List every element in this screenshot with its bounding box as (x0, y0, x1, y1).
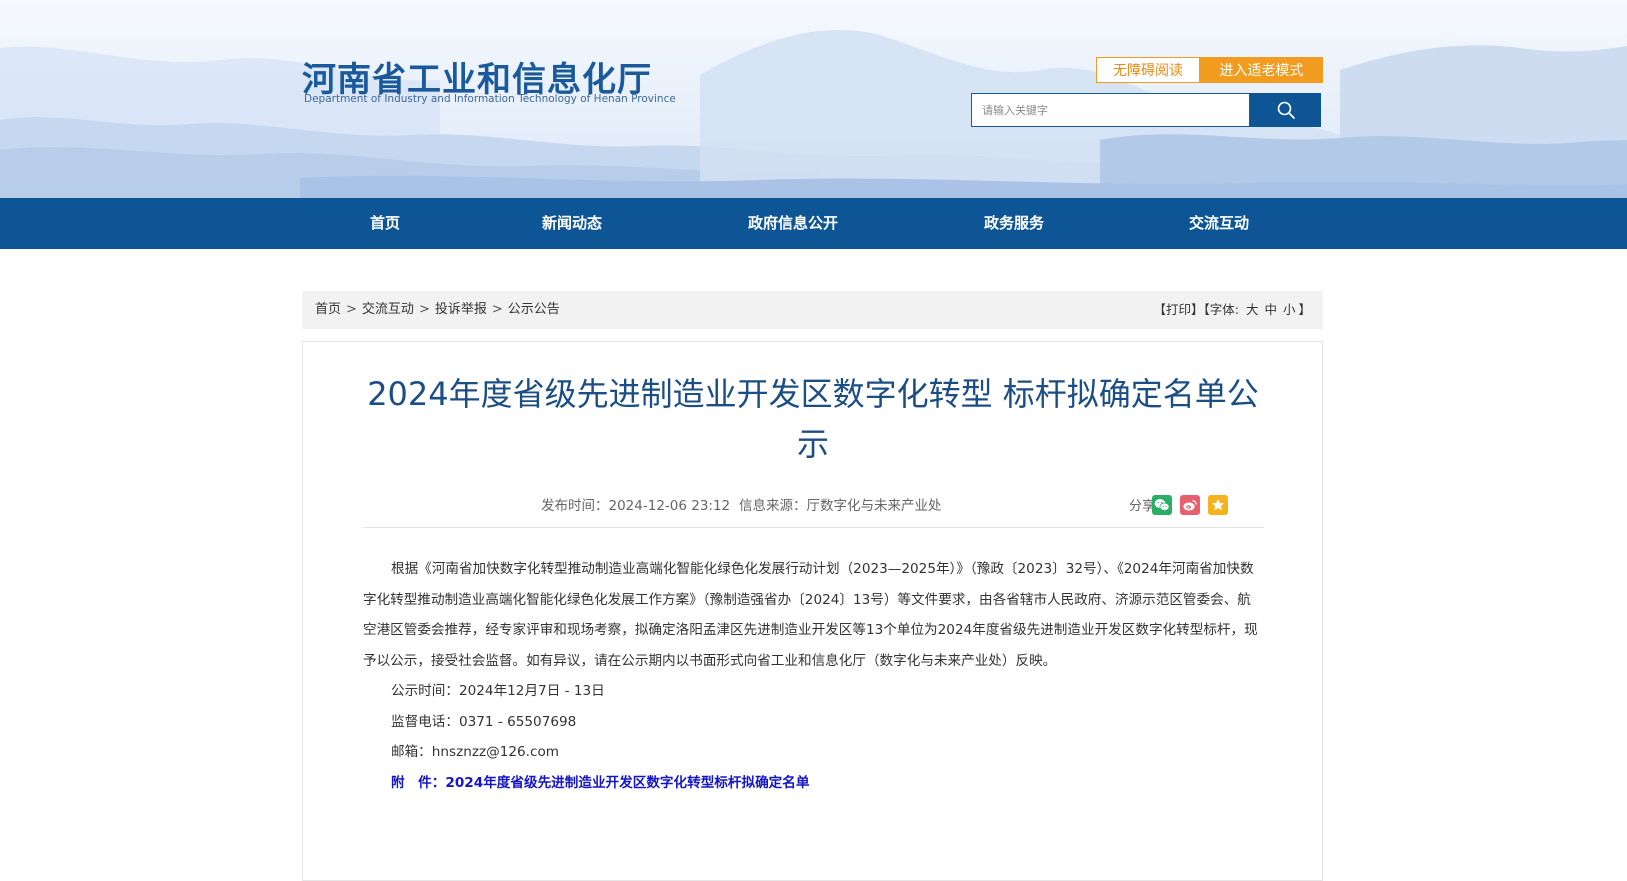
nav-item-home[interactable]: 首页 (370, 198, 400, 249)
notice-period: 公示时间：2024年12月7日 - 13日 (391, 683, 605, 699)
contact-email: 邮箱：hnsznzz@126.com (391, 744, 560, 760)
font-size-label: 【字体: (1203, 302, 1239, 317)
print-button[interactable]: 【打印】 (1153, 302, 1203, 317)
breadcrumb-notices[interactable]: 公示公告 (508, 302, 560, 317)
breadcrumb: 首页 > 交流互动 > 投诉举报 > 公示公告 (315, 291, 560, 329)
nav-item-services[interactable]: 政务服务 (984, 198, 1044, 249)
nav-item-gov-info[interactable]: 政府信息公开 (748, 198, 838, 249)
supervision-phone: 监督电话：0371 - 65507698 (391, 713, 577, 730)
search-input[interactable] (971, 93, 1250, 127)
publish-time: 发布时间：2024-12-06 23:12 (541, 498, 731, 514)
search-button[interactable] (1250, 93, 1321, 127)
font-size-small-button[interactable]: 小 (1283, 302, 1296, 317)
article-body: 根据《河南省加快数字化转型推动制造业高端化智能化绿色化发展行动计划（2023—2… (363, 554, 1264, 799)
body-paragraph: 根据《河南省加快数字化转型推动制造业高端化智能化绿色化发展行动计划（2023—2… (363, 561, 1258, 669)
font-size-close: 】 (1298, 302, 1311, 317)
accessibility-reading-button[interactable]: 无障碍阅读 (1096, 57, 1200, 83)
breadcrumb-separator: > (346, 302, 357, 317)
font-size-medium-button[interactable]: 中 (1264, 302, 1277, 317)
nav-item-interaction[interactable]: 交流互动 (1189, 198, 1249, 249)
breadcrumb-complaints[interactable]: 投诉举报 (435, 302, 487, 317)
breadcrumb-home[interactable]: 首页 (315, 302, 341, 317)
wechat-icon (1154, 499, 1170, 511)
mountain-banner-image (0, 29, 1627, 198)
elder-mode-button[interactable]: 进入适老模式 (1200, 57, 1323, 83)
article-card: 2024年度省级先进制造业开发区数字化转型 标杆拟确定名单公示 发布时间：202… (302, 341, 1323, 881)
attachment-link[interactable]: 附 件：2024年度省级先进制造业开发区数字化转型标杆拟确定名单 (363, 768, 1264, 799)
site-header: 河南省工业和信息化厅 Department of Industry and In… (0, 0, 1627, 198)
article-tools: 【打印】【字体: 大中小】 (1153, 291, 1311, 329)
share-weibo-button[interactable] (1180, 495, 1200, 515)
breadcrumb-separator: > (491, 302, 503, 317)
weibo-icon (1183, 499, 1197, 511)
add-favorite-button[interactable] (1208, 495, 1228, 515)
search-icon (1277, 101, 1295, 119)
site-subtitle: Department of Industry and Information T… (304, 93, 676, 105)
main-nav: 首页 新闻动态 政府信息公开 政务服务 交流互动 (0, 198, 1627, 249)
breadcrumb-interaction[interactable]: 交流互动 (362, 302, 414, 317)
font-size-large-button[interactable]: 大 (1246, 302, 1259, 317)
share-wechat-button[interactable] (1152, 495, 1172, 515)
star-icon (1212, 499, 1224, 511)
nav-item-news[interactable]: 新闻动态 (542, 198, 602, 249)
meta-divider (363, 527, 1264, 528)
article-title: 2024年度省级先进制造业开发区数字化转型 标杆拟确定名单公示 (367, 375, 1259, 463)
info-source: 信息来源：厅数字化与未来产业处 (739, 498, 942, 514)
breadcrumb-separator: > (418, 302, 430, 317)
breadcrumb-bar: 首页 > 交流互动 > 投诉举报 > 公示公告 【打印】【字体: 大中小】 (302, 291, 1323, 329)
